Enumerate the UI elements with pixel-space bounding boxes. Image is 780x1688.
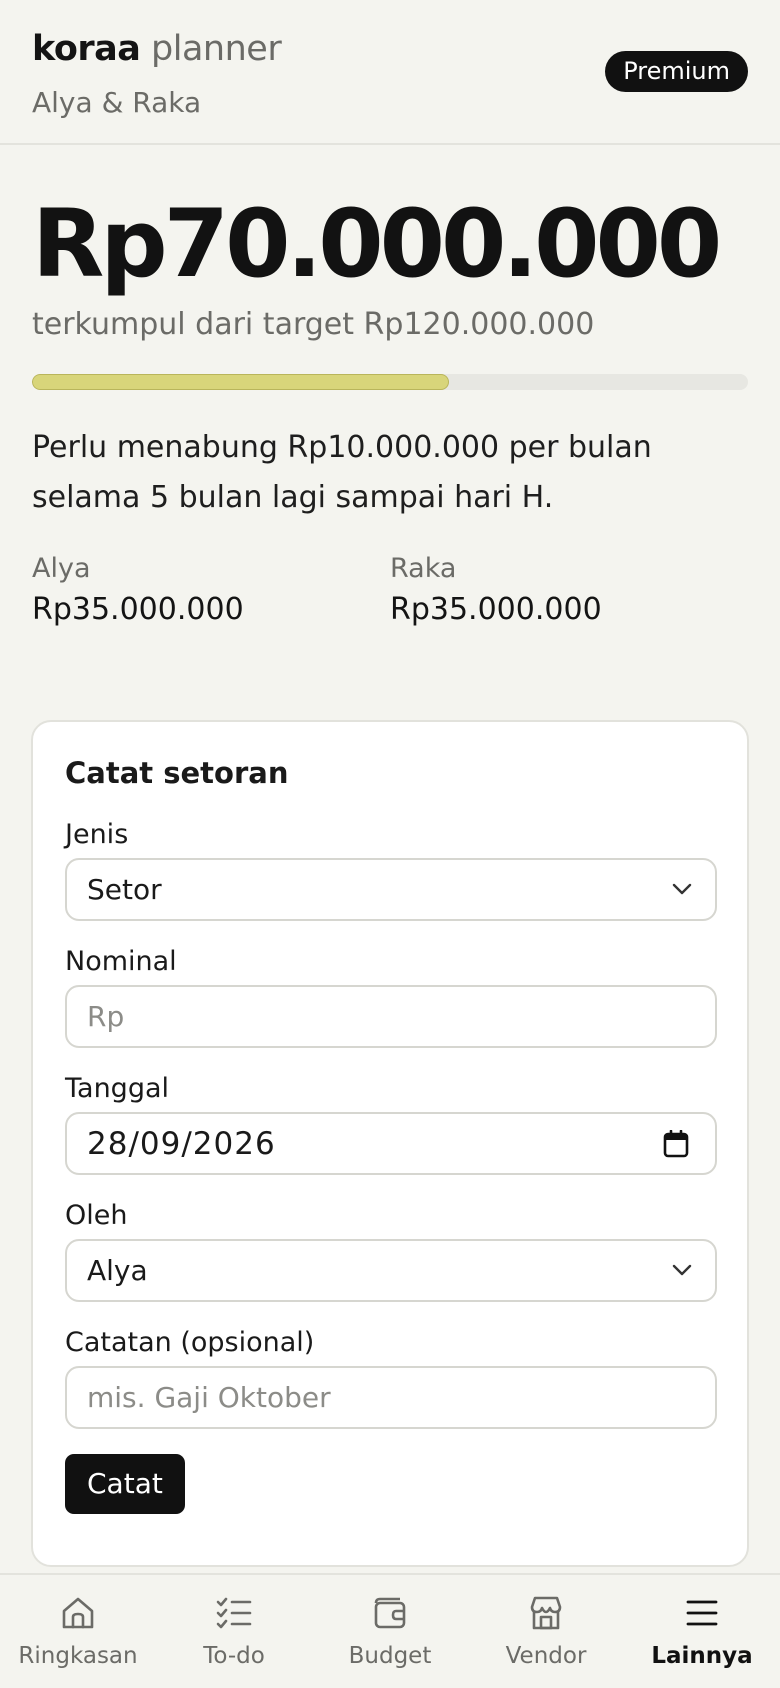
store-icon (530, 1596, 562, 1630)
submit-button[interactable]: Catat (65, 1454, 185, 1514)
wallet-icon (374, 1597, 406, 1629)
contributor-split: Alya Rp35.000.000 Raka Rp35.000.000 (32, 553, 748, 627)
date-input[interactable]: 28/09/2026 (65, 1112, 717, 1175)
nav-label: Budget (348, 1643, 432, 1669)
note-placeholder: mis. Gaji Oktober (87, 1381, 331, 1414)
type-select[interactable]: Setor (65, 858, 717, 921)
collected-amount: Rp70.000.000 (32, 190, 722, 299)
target-text: terkumpul dari target Rp120.000.000 (32, 307, 595, 342)
nav-label: Lainnya (651, 1643, 753, 1669)
nav-item-ringkasan[interactable]: Ringkasan (0, 1575, 156, 1688)
amount-label: Nominal (65, 946, 177, 977)
menu-icon (686, 1600, 718, 1626)
chevron-down-icon (672, 1264, 692, 1275)
date-label: Tanggal (65, 1073, 170, 1104)
bottom-nav: Ringkasan To-do Budget Vendor Lainnya (0, 1573, 780, 1688)
contributor-alya: Alya Rp35.000.000 (32, 553, 390, 627)
nav-item-todo[interactable]: To-do (156, 1575, 312, 1688)
note-input[interactable]: mis. Gaji Oktober (65, 1366, 717, 1429)
note-label: Catatan (opsional) (65, 1327, 315, 1358)
home-icon (62, 1597, 94, 1629)
saving-plan-note: Perlu menabung Rp10.000.000 per bulan se… (32, 430, 652, 515)
premium-badge[interactable]: Premium (605, 51, 748, 92)
form-title: Catat setoran (65, 756, 289, 790)
by-select-value: Alya (87, 1254, 148, 1287)
brand-suffix: planner (151, 29, 282, 69)
amount-input[interactable]: Rp (65, 985, 717, 1048)
nav-label: Vendor (505, 1643, 587, 1669)
nav-item-lainnya[interactable]: Lainnya (624, 1575, 780, 1688)
checklist-icon (216, 1597, 252, 1629)
nav-label: To-do (203, 1643, 265, 1669)
app-header: koraa planner Alya & Raka Premium (0, 0, 780, 145)
savings-progress-bar (32, 374, 748, 390)
contributor-raka: Raka Rp35.000.000 (390, 553, 748, 627)
contributor-amount: Rp35.000.000 (32, 592, 244, 627)
deposit-form-card: Catat setoran Jenis Setor Nominal Rp Tan… (31, 720, 749, 1567)
date-value: 28/09/2026 (87, 1125, 276, 1162)
brand-name: koraa (32, 29, 141, 69)
calendar-icon[interactable] (663, 1129, 689, 1158)
chevron-down-icon (672, 883, 692, 894)
nav-item-budget[interactable]: Budget (312, 1575, 468, 1688)
progress-fill (32, 374, 450, 390)
savings-summary: Rp70.000.000 terkumpul dari target Rp120… (0, 193, 780, 627)
contributor-name: Alya (32, 553, 91, 584)
nav-label: Ringkasan (18, 1643, 138, 1669)
amount-placeholder: Rp (87, 1000, 125, 1033)
nav-item-vendor[interactable]: Vendor (468, 1575, 624, 1688)
app-root: koraa planner Alya & Raka Premium Rp70.0… (0, 0, 780, 1688)
contributor-name: Raka (390, 553, 457, 584)
type-label: Jenis (65, 819, 129, 850)
contributor-amount: Rp35.000.000 (390, 592, 602, 627)
type-select-value: Setor (87, 873, 162, 906)
by-label: Oleh (65, 1200, 128, 1231)
by-select[interactable]: Alya (65, 1239, 717, 1302)
